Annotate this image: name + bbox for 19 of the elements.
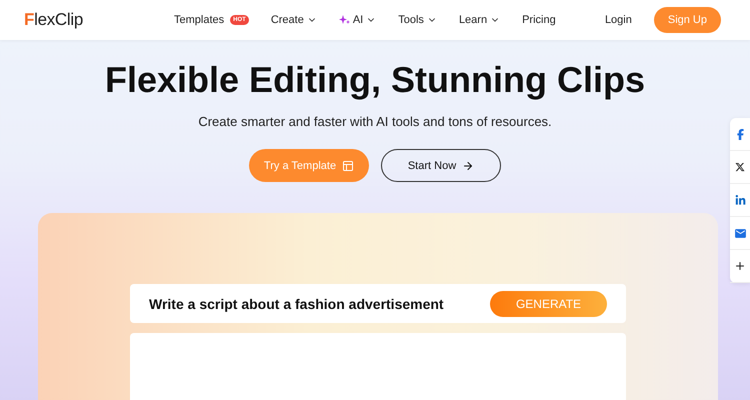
start-now-button[interactable]: Start Now bbox=[381, 149, 501, 182]
sparkle-icon bbox=[338, 15, 350, 25]
linkedin-icon bbox=[734, 194, 746, 206]
nav-menu-item[interactable]: Learn bbox=[458, 14, 500, 26]
arrow-right-icon bbox=[462, 160, 474, 172]
prompt-text: Write a script about a fashion advertisement bbox=[149, 296, 444, 312]
layout-icon bbox=[342, 160, 354, 172]
facebook-icon bbox=[734, 128, 746, 140]
nav-menu-item[interactable]: Create bbox=[270, 14, 317, 26]
flexclip-logo[interactable]: FlexClip bbox=[24, 10, 174, 30]
hero-subtitle: Create smarter and faster with AI tools and tons of resources. bbox=[198, 114, 552, 129]
hero-title: Flexible Editing, Stunning Clips bbox=[105, 59, 645, 101]
nav-menu-item[interactable]: Tools bbox=[398, 14, 437, 26]
plus-icon bbox=[734, 260, 746, 272]
nav-menu-item[interactable]: AI bbox=[338, 14, 376, 26]
nav-menu-item[interactable]: Pricing bbox=[522, 14, 556, 26]
login-link[interactable]: Login bbox=[604, 14, 632, 26]
x-icon bbox=[735, 162, 745, 172]
mail-icon bbox=[734, 226, 746, 240]
